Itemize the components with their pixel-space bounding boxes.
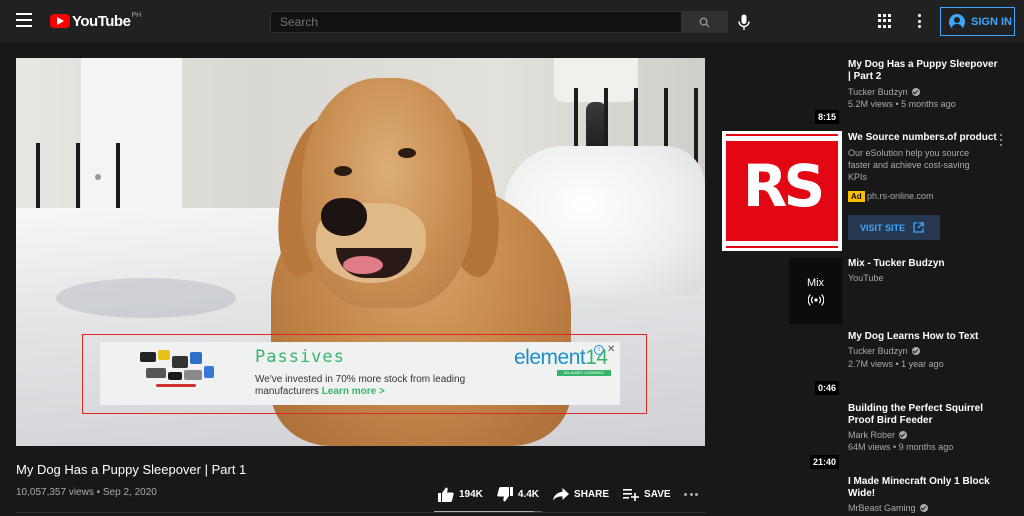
account-circle-icon [949,13,965,30]
related-video-channel[interactable]: MrBeast Gaming [848,503,928,513]
sign-in-button[interactable]: SIGN IN [940,7,1015,36]
verified-icon [919,504,928,512]
duration-badge: 21:40 [810,455,840,469]
channel-name: Tucker Budzyn [848,87,908,97]
mix-thumbnail[interactable]: Mix [789,258,842,324]
dislike-count: 4.4K [517,488,540,500]
thumbs-down-icon [497,486,513,501]
more-actions-icon[interactable] [684,493,698,496]
related-video-channel[interactable]: YouTube [848,273,883,283]
youtube-play-icon [50,14,70,28]
country-code: PH [131,11,142,19]
ad-badge: Ad [848,191,865,202]
overlay-ad-banner[interactable]: Passives We've invested in 70% more stoc… [100,342,620,405]
youtube-wordmark: YouTube [72,12,131,30]
like-count: 194K [459,488,483,500]
related-video-stats: 5.2M views • 5 months ago [848,99,956,109]
channel-name: YouTube [848,273,884,283]
brand-tag: AN AVNET COMPANY [557,370,611,376]
related-video-title[interactable]: Mix - Tucker Budzyn [848,258,998,270]
search-input[interactable] [270,11,682,33]
share-arrow-icon [553,487,570,500]
save-button[interactable]: SAVE [623,488,671,501]
related-video-stats: 64M views • 9 months ago [848,442,954,452]
video-frame-dog-eye [398,148,416,158]
verified-icon [911,88,920,96]
ad-close-icon[interactable]: ✕ [607,344,615,355]
related-video-channel[interactable]: Tucker Budzyn [848,87,920,97]
related-video-title[interactable]: Building the Perfect Squirrel Proof Bird… [848,403,998,427]
ad-body: We've invested in 70% more stock from le… [255,374,495,398]
broadcast-icon [807,293,824,306]
youtube-logo[interactable]: YouTube PH [50,12,141,30]
dislike-button[interactable]: 4.4K [497,486,540,502]
video-title: My Dog Has a Puppy Sleepover | Part 1 [16,462,247,477]
ad-info-icon[interactable]: i [594,345,604,355]
channel-name: MrBeast Gaming [848,503,916,513]
microphone-icon[interactable] [736,12,752,32]
share-button[interactable]: SHARE [553,487,610,501]
related-video-title[interactable]: My Dog Learns How to Text [848,331,998,343]
apps-grid-icon[interactable] [878,14,892,28]
video-frame-dog-eye [334,166,352,176]
sidebar-ad-description: Our eSolution help you source faster and… [848,148,970,182]
mix-label: Mix [806,276,825,289]
related-video-title[interactable]: My Dog Has a Puppy Sleepover | Part 2 [848,59,998,83]
ad-headline[interactable]: Passives [255,347,345,367]
verified-icon [899,431,908,439]
video-meta: 10,057,357 views • Sep 2, 2020 [16,487,157,498]
share-label: SHARE [574,488,610,500]
brand-main: element [514,346,586,369]
verified-icon [911,347,920,355]
hamburger-menu-icon[interactable] [16,13,32,27]
sidebar-ad-title[interactable]: We Source numbers.of product [848,132,998,144]
rs-logo: RS [742,152,825,220]
components-image [132,348,218,394]
related-video-title[interactable]: I Made Minecraft Only 1 Block Wide! [848,476,998,500]
channel-name: Tucker Budzyn [848,346,908,356]
divider [16,512,705,513]
sign-in-label: SIGN IN [971,15,1012,28]
ad-learn-more-link[interactable]: Learn more > [322,386,385,397]
related-video-stats: 2.7M views • 1 year ago [848,359,944,369]
duration-badge: 0:46 [815,381,840,395]
ad-menu-icon[interactable] [1000,134,1003,146]
video-actions: 194K 4.4K SHARE SAVE [438,485,685,503]
channel-name: Mark Rober [848,430,896,440]
duration-badge: 8:15 [815,110,840,124]
external-link-icon [913,222,924,233]
settings-more-icon[interactable] [917,14,921,28]
search-icon [699,17,710,28]
related-video-channel[interactable]: Tucker Budzyn [848,346,920,356]
video-thumbnail[interactable] [722,474,842,516]
sidebar-ad-image[interactable]: RS [722,131,842,251]
video-frame-dog-nose [321,198,367,236]
video-frame-dog-tongue [343,256,383,274]
sidebar-ad-domain: ph.rs-online.com [867,191,934,201]
like-button[interactable]: 194K [438,487,483,502]
visit-site-label: VISIT SITE [860,222,906,233]
save-label: SAVE [644,488,671,500]
thumbs-up-icon [438,487,454,502]
top-bar: YouTube PH SIGN IN [0,0,1024,42]
visit-site-button[interactable]: VISIT SITE [848,215,940,240]
related-video-channel[interactable]: Mark Rober [848,430,908,440]
search-button[interactable] [681,11,728,33]
playlist-add-icon [623,488,640,501]
video-frame-fold [56,278,236,318]
